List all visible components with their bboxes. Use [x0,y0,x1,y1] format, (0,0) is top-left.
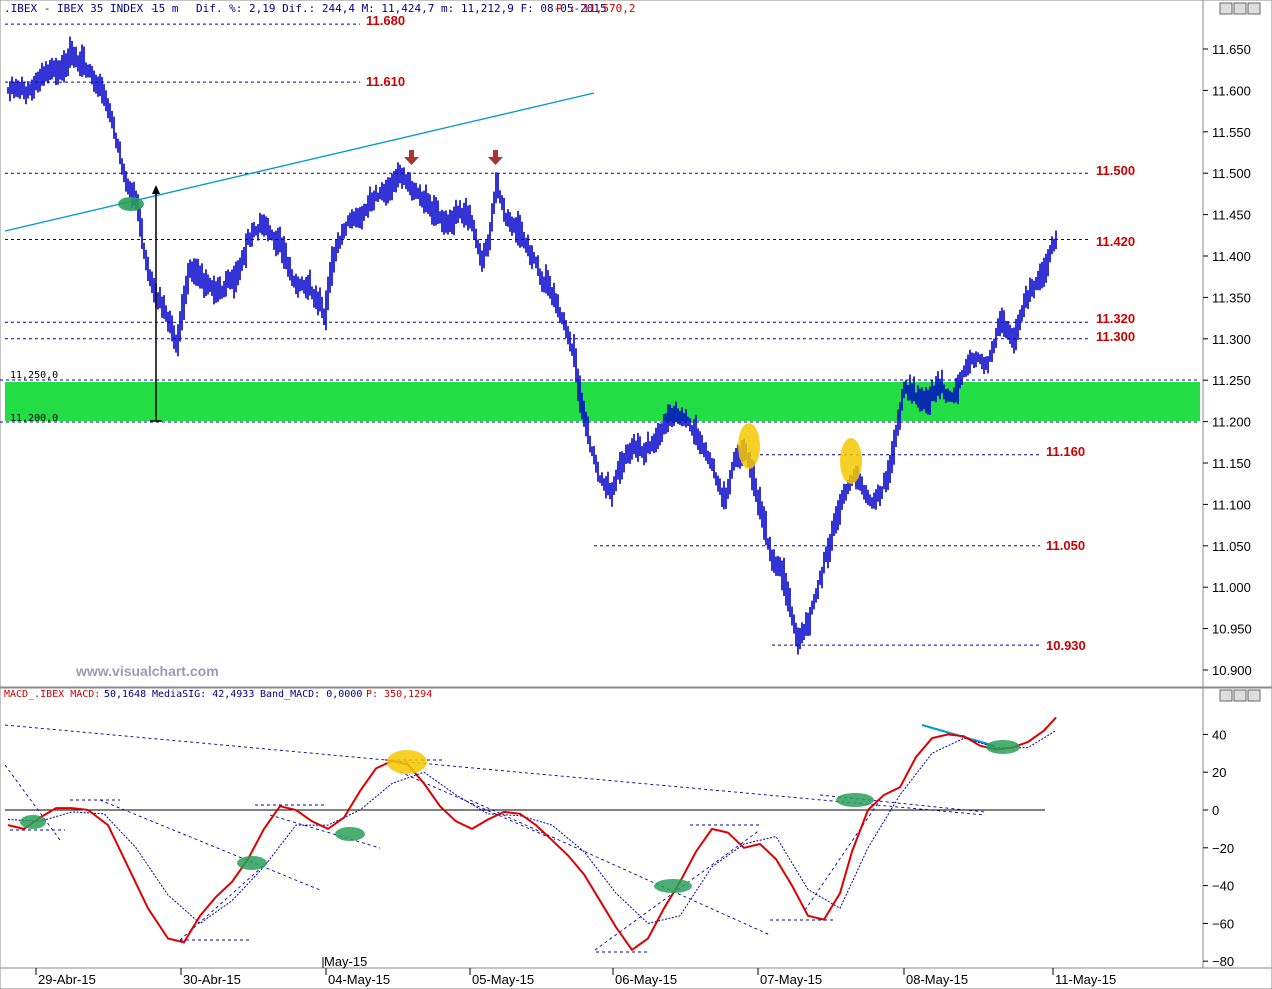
price-tick-label: 11.300 [1212,332,1251,347]
macd-highlight-green [654,879,692,893]
zone-top-label: 11,250,0 [10,370,58,381]
level-label-11500: 11.500 [1096,163,1135,178]
level-label-11320: 11.320 [1096,311,1135,326]
price-tick-label: 11.550 [1212,125,1251,140]
support-zone [5,382,1200,421]
macd-highlight-green [986,740,1020,754]
level-label-11420: 11.420 [1096,234,1135,249]
macd-label-name: MACD_.IBEX MACD: [4,689,100,700]
price-tick-label: 11.000 [1212,580,1251,595]
time-tick-label: 29-Abr-15 [38,972,96,987]
time-tick-label: 08-May-15 [906,972,968,987]
price-tick-label: 10.950 [1212,622,1252,637]
month-label: May-15 [324,954,367,969]
macd-panel [0,687,1204,969]
macd-highlight-green [836,793,874,807]
time-tick-label: 06-May-15 [615,972,677,987]
price-tick-label: 11.050 [1212,539,1251,554]
price-tick-label: 11.650 [1212,42,1251,57]
time-tick-label: 05-May-15 [472,972,534,987]
chart-canvas: 11,250,0 11,200,0 11.680 11.610 11.500 1… [0,0,1272,989]
macd-tick-label: −80 [1212,954,1234,969]
level-label-11160: 11.160 [1046,444,1085,459]
highlight-yellow-1 [738,423,760,469]
level-label-11050: 11.050 [1046,538,1085,553]
macd-label-sig: MediaSIG: 42,4933 [152,689,254,700]
price-tick-label: 11.200 [1212,415,1251,430]
watermark: www.visualchart.com [75,663,219,679]
header-p-label: P : 11,570,2 [556,2,635,15]
price-tick-label: 11.150 [1212,456,1251,471]
price-tick-label: 11.250 [1212,373,1251,388]
level-label-11300: 11.300 [1096,329,1135,344]
highlight-green-price [118,197,144,211]
macd-label-band: Band_MACD: 0,0000 [260,689,362,700]
macd-label-value: 50,1648 [104,689,146,700]
price-tick-label: 11.500 [1212,166,1251,181]
macd-highlight-yellow [387,750,427,774]
price-tick-label: 11.400 [1212,249,1251,264]
price-tick-label: 11.600 [1212,83,1251,98]
macd-tick-label: −60 [1212,916,1234,931]
macd-highlight-green [237,856,267,870]
price-tick-label: 10.900 [1212,663,1252,678]
macd-tick-label: 20 [1212,765,1226,780]
macd-highlight-green [335,827,365,841]
macd-tick-label: −20 [1212,841,1234,856]
macd-tick-label: 0 [1212,803,1219,818]
level-label-11610: 11.610 [366,74,405,89]
header-stats: Dif. %: 2,19 Dif.: 244,4 M: 11,424,7 m: … [196,2,607,15]
level-label-10930: 10.930 [1046,638,1086,653]
time-tick-label: 07-May-15 [760,972,822,987]
time-tick-label: 04-May-15 [328,972,390,987]
macd-tick-label: 40 [1212,727,1226,742]
macd-tick-label: −40 [1212,879,1234,894]
zone-bottom-label: 11,200,0 [10,413,58,424]
level-label-11680: 11.680 [366,13,405,28]
price-panel [0,0,1204,688]
time-tick-label: 30-Abr-15 [183,972,241,987]
header-symbol: .IBEX - IBEX 35 INDEX - [4,2,156,15]
highlight-yellow-2 [840,438,862,484]
macd-highlight-green [20,815,46,829]
price-tick-label: 11.450 [1212,208,1251,223]
price-tick-label: 11.100 [1212,497,1251,512]
price-tick-label: 11.350 [1212,290,1251,305]
time-tick-label: 11-May-15 [1055,972,1116,987]
header-timeframe: 15 m [152,2,179,15]
macd-label-p: P: 350,1294 [366,689,432,700]
macd-header: MACD_.IBEX MACD: 50,1648 MediaSIG: 42,49… [4,689,432,700]
